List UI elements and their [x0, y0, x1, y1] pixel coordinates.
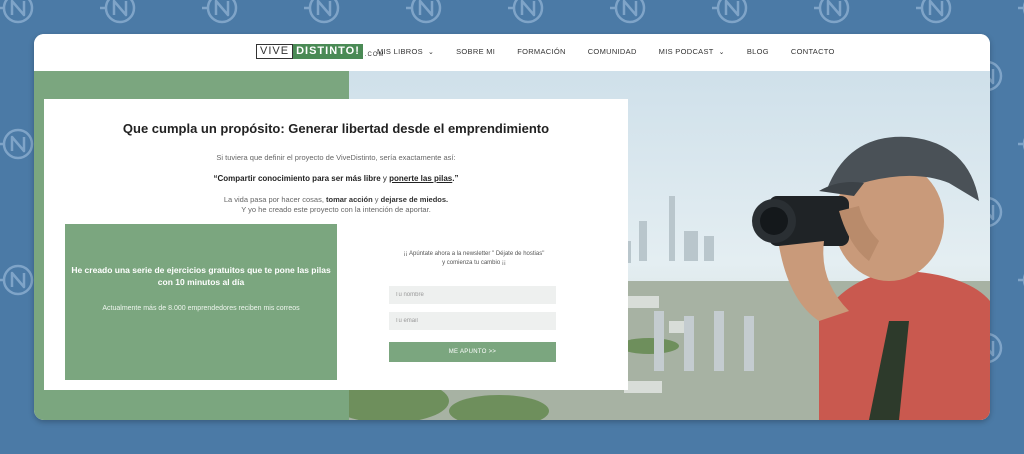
- quote-text: “Compartir conocimiento para ser más lib…: [44, 174, 628, 183]
- n-circle-logo-icon: [302, 0, 340, 24]
- quote-bold-1: “Compartir conocimiento para ser más lib…: [213, 174, 381, 183]
- n-circle-logo-icon: [1016, 0, 1024, 24]
- n-circle-logo-icon: [404, 0, 442, 24]
- menu-item-label: COMUNIDAD: [587, 47, 637, 56]
- n-circle-logo-icon: [0, 0, 34, 24]
- optin-box: He creado una serie de ejercicios gratui…: [65, 224, 337, 380]
- newsletter-intro-line-1: ¡¡ Apúntate ahora a la newsletter " Déja…: [403, 251, 545, 257]
- menu-item-formacion[interactable]: FORMACIÓN: [517, 47, 566, 56]
- n-circle-logo-icon: [0, 128, 34, 160]
- menu-item-label: FORMACIÓN: [517, 47, 566, 56]
- n-circle-logo-icon: [1016, 128, 1024, 160]
- menu-item-blog[interactable]: BLOG: [747, 47, 769, 56]
- menu-item-contacto[interactable]: CONTACTO: [791, 47, 835, 56]
- quote-end: .”: [452, 174, 459, 183]
- chevron-down-icon: ⌄: [427, 48, 435, 56]
- n-circle-logo-icon: [98, 0, 136, 24]
- site-logo[interactable]: VIVE DISTINTO! .COM: [256, 44, 385, 59]
- motivation-text: La vida pasa por hacer cosas, tomar acci…: [44, 195, 628, 215]
- menu-item-label: MIS PODCAST: [658, 47, 714, 56]
- n-circle-logo-icon: [0, 264, 34, 296]
- menu-item-label: MIS LIBROS: [377, 47, 423, 56]
- newsletter-intro: ¡¡ Apúntate ahora a la newsletter " Déja…: [389, 250, 559, 268]
- n-circle-logo-icon: [710, 0, 748, 24]
- menu-item-label: SOBRE MI: [456, 47, 496, 56]
- chevron-down-icon: ⌄: [718, 48, 725, 56]
- menu-item-comunidad[interactable]: COMUNIDAD: [588, 47, 637, 56]
- menu-item-label: BLOG: [746, 47, 769, 56]
- website-card: VIVE DISTINTO! .COM MIS LIBROS ⌄ SOBRE M…: [34, 34, 990, 420]
- n-circle-logo-icon: [812, 0, 850, 24]
- n-circle-logo-icon: [608, 0, 646, 24]
- intro-panel: Que cumpla un propósito: Generar liberta…: [44, 99, 628, 390]
- n-circle-logo-icon: [914, 0, 952, 24]
- n-circle-logo-icon: [1016, 264, 1024, 296]
- hero-section: Que cumpla un propósito: Generar liberta…: [34, 71, 990, 420]
- top-navigation: VIVE DISTINTO! .COM MIS LIBROS ⌄ SOBRE M…: [34, 34, 990, 71]
- quote-conjunction: y: [380, 174, 390, 183]
- quote-link[interactable]: ponerte las pilas: [389, 174, 452, 183]
- main-menu: MIS LIBROS ⌄ SOBRE MI FORMACIÓN COMUNIDA…: [377, 47, 857, 56]
- optin-subtitle: Actualmente más de 8.000 emprendedores r…: [102, 305, 300, 312]
- intro-text: Si tuviera que definir el proyecto de Vi…: [216, 153, 456, 162]
- page-headline: Que cumpla un propósito: Generar liberta…: [122, 121, 550, 136]
- logo-part2: DISTINTO!: [293, 44, 363, 59]
- n-circle-logo-icon: [506, 0, 544, 24]
- motivation-line-1: La vida pasa por hacer cosas, tomar acci…: [223, 195, 449, 204]
- motivation-line-2: Y yo he creado este proyecto con la inte…: [241, 205, 431, 214]
- logo-part1: VIVE: [256, 44, 294, 59]
- newsletter-intro-line-2: y comienza tu cambio ¡¡: [442, 260, 506, 266]
- email-input[interactable]: [389, 312, 556, 330]
- menu-item-mis-podcast[interactable]: MIS PODCAST ⌄: [659, 47, 725, 56]
- n-circle-logo-icon: [200, 0, 238, 24]
- name-input[interactable]: [389, 286, 556, 304]
- menu-item-sobre-mi[interactable]: SOBRE MI: [456, 47, 495, 56]
- optin-title: He creado una serie de ejercicios gratui…: [71, 265, 331, 287]
- menu-item-mis-libros[interactable]: MIS LIBROS ⌄: [377, 47, 434, 56]
- subscribe-button[interactable]: ME APUNTO >>: [389, 342, 556, 362]
- menu-item-label: CONTACTO: [790, 47, 835, 56]
